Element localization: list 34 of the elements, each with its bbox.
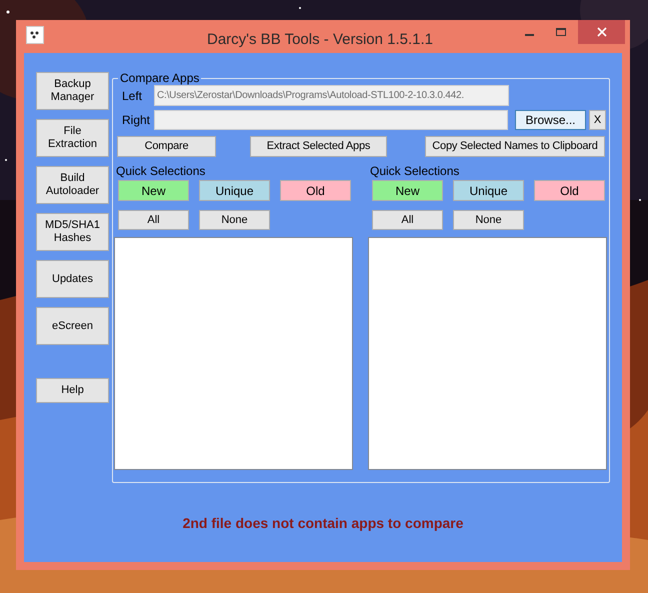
window-title: Darcy's BB Tools - Version 1.5.1.1 (206, 30, 434, 50)
section-heading: Quick Selections (116, 163, 206, 177)
quick-select-button[interactable]: Unique (199, 180, 270, 201)
action-button[interactable]: Copy Selected Names to Clipboard (425, 136, 605, 157)
quick-select-button[interactable]: Old (534, 180, 605, 201)
action-button[interactable]: Compare (117, 136, 216, 157)
nav-button[interactable]: Backup Manager (36, 72, 109, 110)
field-label: Right (122, 112, 152, 129)
nav-button[interactable]: Build Autoloader (36, 166, 109, 204)
select-none-button[interactable]: None (199, 210, 270, 230)
nav-button[interactable]: eScreen (36, 307, 109, 345)
select-all-button[interactable]: All (118, 210, 189, 230)
browse-button[interactable]: Browse... (515, 110, 586, 130)
close-icon (596, 27, 606, 37)
nav-button[interactable]: MD5/SHA1 Hashes (36, 213, 109, 251)
select-none-button[interactable]: None (453, 210, 524, 230)
select-all-button[interactable]: All (372, 210, 443, 230)
quick-select-button[interactable]: Unique (453, 180, 524, 201)
help-button[interactable]: Help (36, 378, 109, 403)
action-button[interactable]: Extract Selected Apps (250, 136, 387, 157)
section-heading: Quick Selections (370, 163, 460, 177)
right-path-field[interactable] (154, 110, 508, 130)
close-button[interactable] (578, 20, 625, 44)
quick-select-button[interactable]: New (372, 180, 443, 201)
status-message: 2nd file does not contain apps to compare (182, 514, 464, 533)
quick-select-button[interactable]: Old (280, 180, 351, 201)
app-logo-icon (26, 26, 44, 44)
clear-button[interactable]: X (589, 110, 606, 130)
group-title: Compare Apps (118, 71, 202, 85)
field-label: Left (122, 88, 144, 104)
quick-select-button[interactable]: New (118, 180, 189, 201)
nav-button[interactable]: File Extraction (36, 119, 109, 157)
nav-button[interactable]: Updates (36, 260, 109, 298)
left-path-field[interactable]: C:\Users\Zerostar\Downloads\Programs\Autoload-STL100-2-10.3.0.442. (154, 85, 509, 106)
